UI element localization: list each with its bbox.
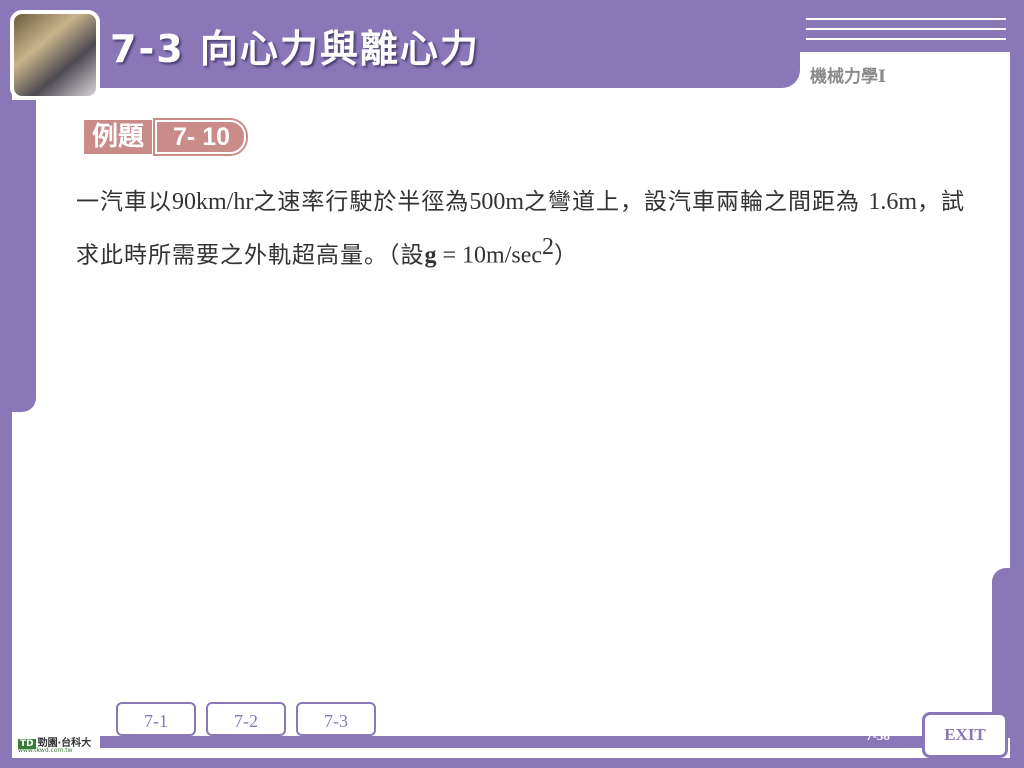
problem-radius: 500m (469, 189, 524, 215)
problem-part: 一汽車以 (76, 189, 172, 215)
problem-g-value: = 10m/sec (436, 242, 543, 269)
problem-part: 之彎道上，設汽車兩輪之間距為 (524, 189, 860, 215)
header-decor-line (806, 18, 1006, 20)
example-badge: 例題 7- 10 (84, 120, 246, 154)
page-number: 7-38 (866, 728, 890, 743)
frame-left-border (0, 0, 12, 768)
frame-left-tab (12, 100, 36, 412)
exit-button[interactable]: EXIT (922, 712, 1008, 758)
header-photo (10, 10, 100, 100)
problem-speed: 90km/hr (172, 189, 254, 215)
header-decor-line (806, 38, 1006, 40)
nav-button-7-1[interactable]: 7-1 (116, 702, 196, 736)
bottom-bar (100, 736, 924, 748)
problem-part: ） (554, 242, 579, 269)
problem-exponent: 2 (542, 234, 555, 260)
frame-bottom-border (0, 758, 1024, 768)
logo-url: www.tkwd.com.tw (18, 747, 73, 754)
page-title: 7-3 向心力與離心力 (110, 27, 480, 71)
problem-distance: 1.6m (868, 189, 917, 215)
nav-button-7-3[interactable]: 7-3 (296, 702, 376, 736)
example-label: 例題 (84, 120, 153, 154)
subject-label: 機械力學I (810, 67, 886, 87)
nav-button-7-2[interactable]: 7-2 (206, 702, 286, 736)
header-decor-line (806, 28, 1006, 30)
frame-right-border (1010, 0, 1024, 768)
problem-part: 之速率行駛於半徑為 (253, 189, 470, 215)
problem-g-symbol: g (424, 242, 437, 269)
slide-frame: 機械力學I 7-3 向心力與離心力 例題 7- 10 一汽車以90km/hr之速… (0, 0, 1024, 768)
problem-text: 一汽車以90km/hr之速率行駛於半徑為500m之彎道上，設汽車兩輪之間距為 1… (76, 180, 976, 279)
example-number: 7- 10 (155, 120, 246, 154)
